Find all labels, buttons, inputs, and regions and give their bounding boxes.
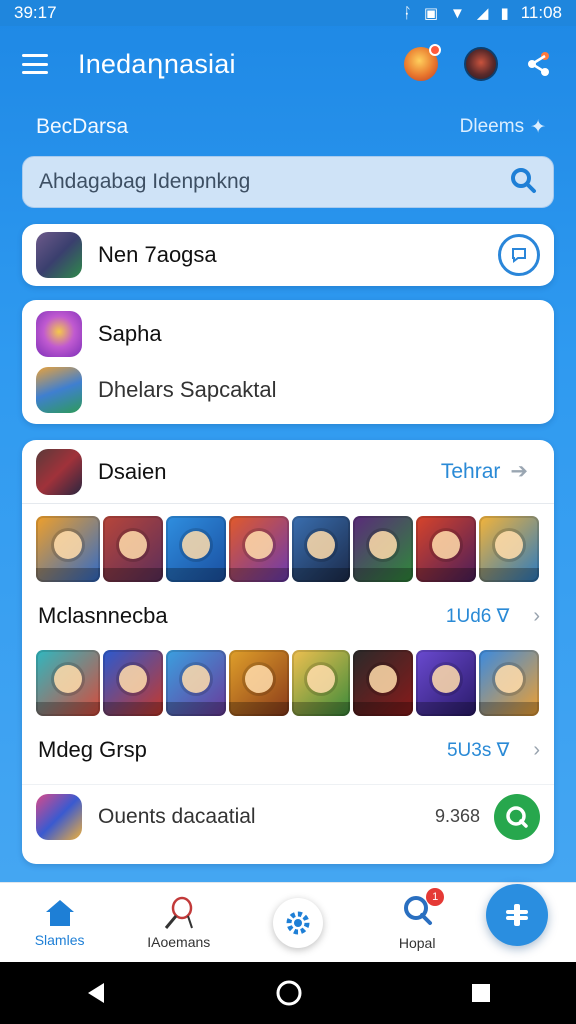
app-title: Inedaղnasiai [78,48,236,79]
list-item[interactable]: Dhelars Sapcaktal [36,362,540,418]
game-tiles-row-2 [22,650,554,716]
category-row[interactable]: Mdeg Grsp 5U3s ∇ › [22,716,554,784]
nav-item-rewards[interactable]: 1 Hopal [362,888,472,951]
refresh-button[interactable] [494,793,540,840]
nav-label: IAoemans [147,933,211,950]
wifi-icon: ▼ [450,4,465,22]
nav-item-home[interactable]: Slamles [5,898,115,948]
status-clock: 11:08 [520,3,562,22]
appbar-actions [404,44,554,81]
collection-link-label: Tehrar [440,459,501,483]
category-meta: 1Ud6 ∇ [445,605,510,627]
game-tile[interactable] [416,650,476,716]
nav-item-activity[interactable]: IAoemans [124,896,234,950]
collection-header[interactable]: Dsaien Tehrar ➔ [22,440,554,504]
game-tiles-row-1 [22,516,554,582]
game-tile[interactable] [166,516,226,582]
back-icon[interactable] [84,981,108,1005]
list-item[interactable]: Ouents dacaatial 9.368 [22,784,554,848]
game-icon [36,448,82,495]
game-tile[interactable] [292,650,350,716]
home-icon [45,899,74,926]
game-icon [36,311,82,357]
system-nav-bar [0,962,576,1024]
menu-icon[interactable] [22,54,48,74]
game-tile[interactable] [166,650,226,716]
game-tile[interactable] [36,516,100,582]
chevron-right-icon: › [533,738,540,761]
section-link[interactable]: Dleems ✦ [460,116,546,139]
signal-icon: ◢ [476,5,489,22]
game-tile[interactable] [353,650,413,716]
sparkle-icon: ✦ [530,116,546,138]
nav-badge: 1 [426,888,445,906]
bluetooth-icon: ᛛ [402,4,412,22]
trophy-icon: 1 [400,888,445,931]
game-icon [36,232,82,278]
game-card-1[interactable]: Nen 7aogsa [22,224,554,286]
plus-icon [506,904,528,926]
chevron-right-icon: › [533,604,540,627]
game-tile[interactable] [292,516,350,582]
category-row[interactable]: Mclasnnecba 1Ud6 ∇ › [22,582,554,650]
game-card-label: Nen 7aogsa [98,242,217,267]
status-time: 39:17 [14,3,57,22]
app-bar: Inedaղnasiai [0,26,576,102]
home-circle-icon[interactable] [275,979,303,1007]
search-icon[interactable] [509,166,537,199]
game-tile[interactable] [479,516,539,582]
badminton-icon [164,896,193,929]
add-button[interactable] [486,884,548,946]
gear-icon [272,897,323,948]
nav-label: Hopal [398,935,436,951]
game-card-2: Sapha Dhelars Sapcaktal [22,300,554,424]
category-title: Mclasnnecba [38,603,168,628]
status-bar: 39:17 ᛛ ▣ ▼ ◢ ▮ 11:08 [0,0,576,26]
game-tile[interactable] [36,650,100,716]
search-input[interactable] [39,170,509,194]
chat-icon[interactable] [498,234,540,276]
category-meta: 5U3s ∇ [446,739,510,761]
vibrate-icon: ▣ [423,5,439,22]
recents-icon[interactable] [470,982,492,1004]
profile-avatar[interactable] [464,47,498,81]
game-tile[interactable] [353,516,413,582]
game-tile[interactable] [416,516,476,582]
nav-label: Slamles [34,931,85,948]
status-icons: ᛛ ▣ ▼ ◢ ▮ 11:08 [403,3,562,23]
game-tile[interactable] [479,650,539,716]
section-header: BecDarsa Dleems ✦ [36,112,546,142]
nav-item-settings[interactable] [243,897,353,948]
list-item-label: Dhelars Sapcaktal [98,377,277,402]
notification-dot [429,44,441,56]
section-title: BecDarsa [36,115,129,138]
list-item-label: Ouents dacaatial [98,804,256,828]
section-link-label: Dleems [459,116,525,137]
list-item[interactable]: Sapha [36,306,540,362]
game-icon [36,367,82,413]
list-item-count: 9.368 [434,806,480,826]
game-tile[interactable] [103,516,163,582]
category-title: Mdeg Grsp [38,737,147,762]
arrow-icon: ➔ [510,460,528,483]
search-bar [22,156,554,208]
list-item-label: Sapha [98,321,162,346]
game-tile[interactable] [229,650,289,716]
game-icon [36,793,82,840]
battery-icon: ▮ [500,5,509,22]
game-avatar-icon[interactable] [404,44,441,81]
game-tile[interactable] [103,650,163,716]
collection-link[interactable]: Tehrar ➔ [441,459,540,484]
game-collection-card: Dsaien Tehrar ➔ Mclasnnecba 1Ud6 ∇ › Mde… [22,440,554,864]
collection-title: Dsaien [98,458,167,484]
share-icon[interactable] [524,49,554,79]
game-tile[interactable] [229,516,289,582]
